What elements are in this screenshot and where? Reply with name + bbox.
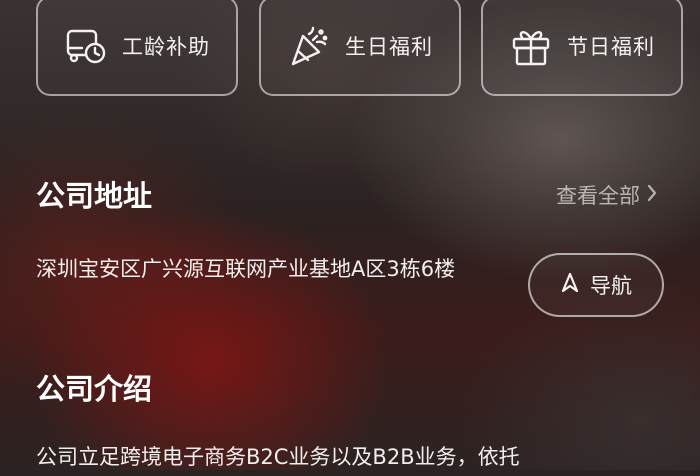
view-all-label: 查看全部 [556,184,640,208]
navigation-arrow-icon [560,271,580,299]
view-all-link[interactable]: 查看全部 [556,180,658,210]
chevron-right-icon [646,183,658,208]
benefit-label: 工龄补助 [122,35,210,59]
navigation-label: 导航 [590,274,632,298]
benefit-card-seniority[interactable]: 工龄补助 [36,0,238,96]
company-detail-page: 工龄补助 生日福利 节日福利 公司地址 查看全部 深圳宝安区广兴源互联网产业基地… [0,0,700,470]
benefit-card-birthday[interactable]: 生日福利 [259,0,461,96]
benefit-card-holiday[interactable]: 节日福利 [481,0,683,96]
gift-icon [509,24,553,68]
clock-truck-icon [64,24,108,68]
company-intro-text: 公司立足跨境电子商务B2C业务以及B2B业务，依托 [36,445,520,469]
benefit-label: 生日福利 [345,35,433,59]
benefit-label: 节日福利 [567,35,655,59]
intro-section-title: 公司介绍 [36,372,153,406]
company-address: 深圳宝安区广兴源互联网产业基地A区3栋6楼 [36,257,456,281]
navigation-button[interactable]: 导航 [528,253,664,317]
party-popper-icon [287,24,331,68]
address-section-title: 公司地址 [36,179,153,213]
